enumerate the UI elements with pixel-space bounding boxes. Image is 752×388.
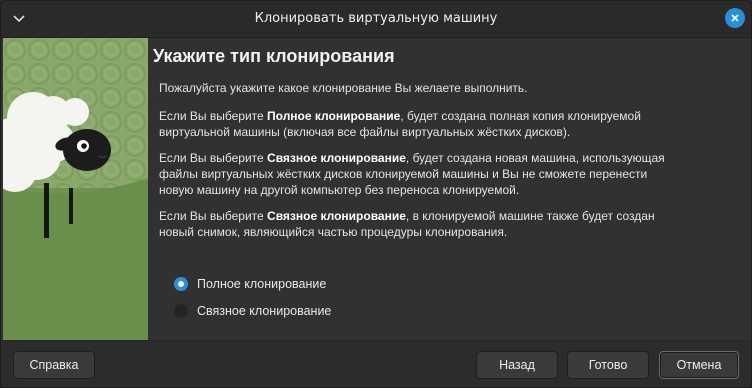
wizard-illustration <box>3 38 148 340</box>
radio-checked-icon[interactable] <box>174 277 188 291</box>
full-clone-description: Если Вы выберите Полное клонирование, бу… <box>159 108 739 140</box>
window-title: Клонировать виртуальную машину <box>254 11 498 26</box>
linked-clone-description: Если Вы выберите Связное клонирование, б… <box>159 150 739 198</box>
text: Если Вы выберите <box>159 109 268 123</box>
button-bar: Справка Назад Готово Отмена <box>1 340 751 387</box>
full-clone-label: Полное клонирование <box>197 277 327 291</box>
finish-button[interactable]: Готово <box>567 351 649 379</box>
help-button[interactable]: Справка <box>13 351 95 379</box>
text: Если Вы выберите <box>159 209 268 223</box>
emphasis-full-clone: Полное клонирование <box>267 109 401 123</box>
text: новый снимок, являющийся частью процедур… <box>159 225 508 239</box>
emphasis-linked-clone: Связное клонирование <box>267 209 406 223</box>
clone-vm-dialog: Клонировать виртуальную машину Укажите т… <box>0 0 752 388</box>
text: , в клонируемой машине также будет созда… <box>405 209 655 223</box>
intro-text: Пожалуйста укажите какое клонирование Вы… <box>159 81 528 95</box>
text: новую машину на другой компьютер без пер… <box>159 183 520 197</box>
page-heading: Укажите тип клонирования <box>153 46 395 66</box>
text: , будет создана полная копия клонируемой <box>400 109 641 123</box>
linked-clone-radio[interactable]: Связное клонирование <box>174 302 331 320</box>
wizard-page: Укажите тип клонирования Пожалуйста укаж… <box>148 38 751 340</box>
emphasis-linked-clone: Связное клонирование <box>267 151 406 165</box>
linked-clone-label: Связное клонирование <box>197 304 332 318</box>
close-button[interactable] <box>725 8 745 28</box>
radio-unchecked-icon[interactable] <box>174 304 188 318</box>
snapshot-note: Если Вы выберите Связное клонирование, в… <box>159 208 739 240</box>
text: файлы виртуальных жёстких дисков клониру… <box>159 167 648 181</box>
full-clone-radio[interactable]: Полное клонирование <box>174 275 326 293</box>
close-icon <box>731 14 739 22</box>
text: Если Вы выберите <box>159 151 268 165</box>
text: виртуальной машины (включая все файлы ви… <box>159 125 571 139</box>
text: , будет создана новая машина, использующ… <box>405 151 665 165</box>
back-button[interactable]: Назад <box>476 351 558 379</box>
cancel-button[interactable]: Отмена <box>659 351 739 379</box>
title-bar: Клонировать виртуальную машину <box>1 1 751 38</box>
